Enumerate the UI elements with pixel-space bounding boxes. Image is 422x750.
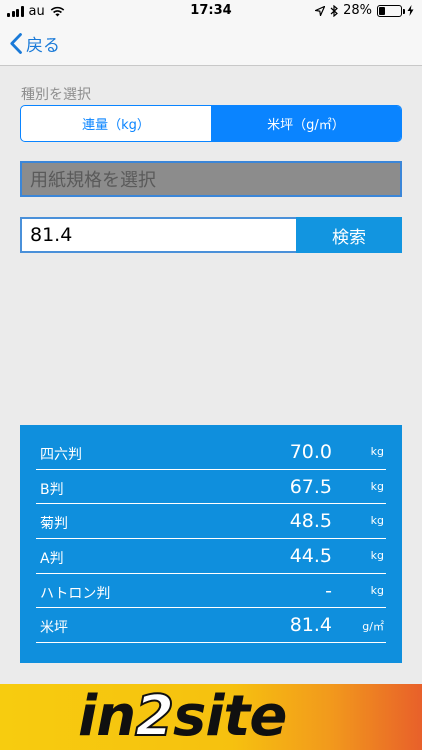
category-label: 種別を選択	[21, 87, 91, 103]
result-row-shiroku: 四六判 70.0 kg	[36, 435, 386, 470]
result-unit: kg	[370, 549, 384, 563]
back-button[interactable]: 戻る	[10, 31, 60, 56]
logo-text-2: 2	[134, 684, 175, 749]
result-label: B判	[40, 481, 64, 498]
result-unit: g/㎡	[362, 620, 384, 634]
back-label: 戻る	[26, 36, 60, 56]
search-button[interactable]: 検索	[296, 217, 402, 253]
location-arrow-icon	[315, 5, 326, 16]
result-label: 米坪	[40, 620, 68, 637]
result-row-b: B判 67.5 kg	[36, 470, 386, 505]
battery-percent: 28%	[343, 3, 372, 18]
search-input[interactable]	[20, 217, 297, 253]
charging-bolt-icon	[407, 5, 414, 16]
result-row-a: A判 44.5 kg	[36, 539, 386, 574]
result-unit: kg	[370, 479, 384, 493]
navigation-bar: 戻る	[0, 22, 422, 66]
result-row-hatoron: ハトロン判 - kg	[36, 574, 386, 609]
status-bar: au 17:34 28%	[0, 0, 422, 22]
result-row-kiku: 菊判 48.5 kg	[36, 504, 386, 540]
battery-level	[379, 6, 385, 15]
result-value: -	[325, 579, 332, 602]
result-value: 44.5	[289, 545, 332, 568]
banner-logo: in2site	[78, 684, 287, 749]
logo-text-site: site	[173, 684, 287, 749]
result-label: ハトロン判	[40, 585, 111, 602]
paper-standard-select[interactable]: 用紙規格を選択	[20, 161, 402, 197]
result-label: 四六判	[40, 447, 82, 463]
result-unit: kg	[370, 583, 384, 597]
result-unit: kg	[370, 445, 384, 458]
segment-weight-kg[interactable]: 連量（kg）	[21, 106, 211, 141]
result-label: A判	[40, 551, 64, 568]
result-value: 48.5	[289, 510, 332, 533]
result-label: 菊判	[40, 516, 68, 533]
result-value: 81.4	[289, 614, 332, 637]
status-right: 28%	[315, 3, 414, 18]
result-unit: kg	[370, 514, 384, 528]
category-segmented-control: 連量（kg） 米坪（g/㎡）	[20, 105, 402, 142]
bluetooth-icon	[330, 4, 339, 17]
result-value: 70.0	[289, 441, 332, 463]
results-panel: 四六判 70.0 kg B判 67.5 kg 菊判 48.5 kg A判 44.…	[20, 425, 402, 663]
ad-banner[interactable]: in2site	[0, 684, 422, 750]
segment-basis-weight[interactable]: 米坪（g/㎡）	[211, 106, 401, 141]
logo-text-in: in	[78, 684, 136, 749]
chevron-left-icon	[10, 33, 22, 54]
result-row-basis-weight: 米坪 81.4 g/㎡	[36, 608, 386, 644]
battery-icon	[377, 4, 405, 17]
paper-standard-placeholder: 用紙規格を選択	[30, 170, 156, 191]
result-value: 67.5	[289, 475, 332, 498]
